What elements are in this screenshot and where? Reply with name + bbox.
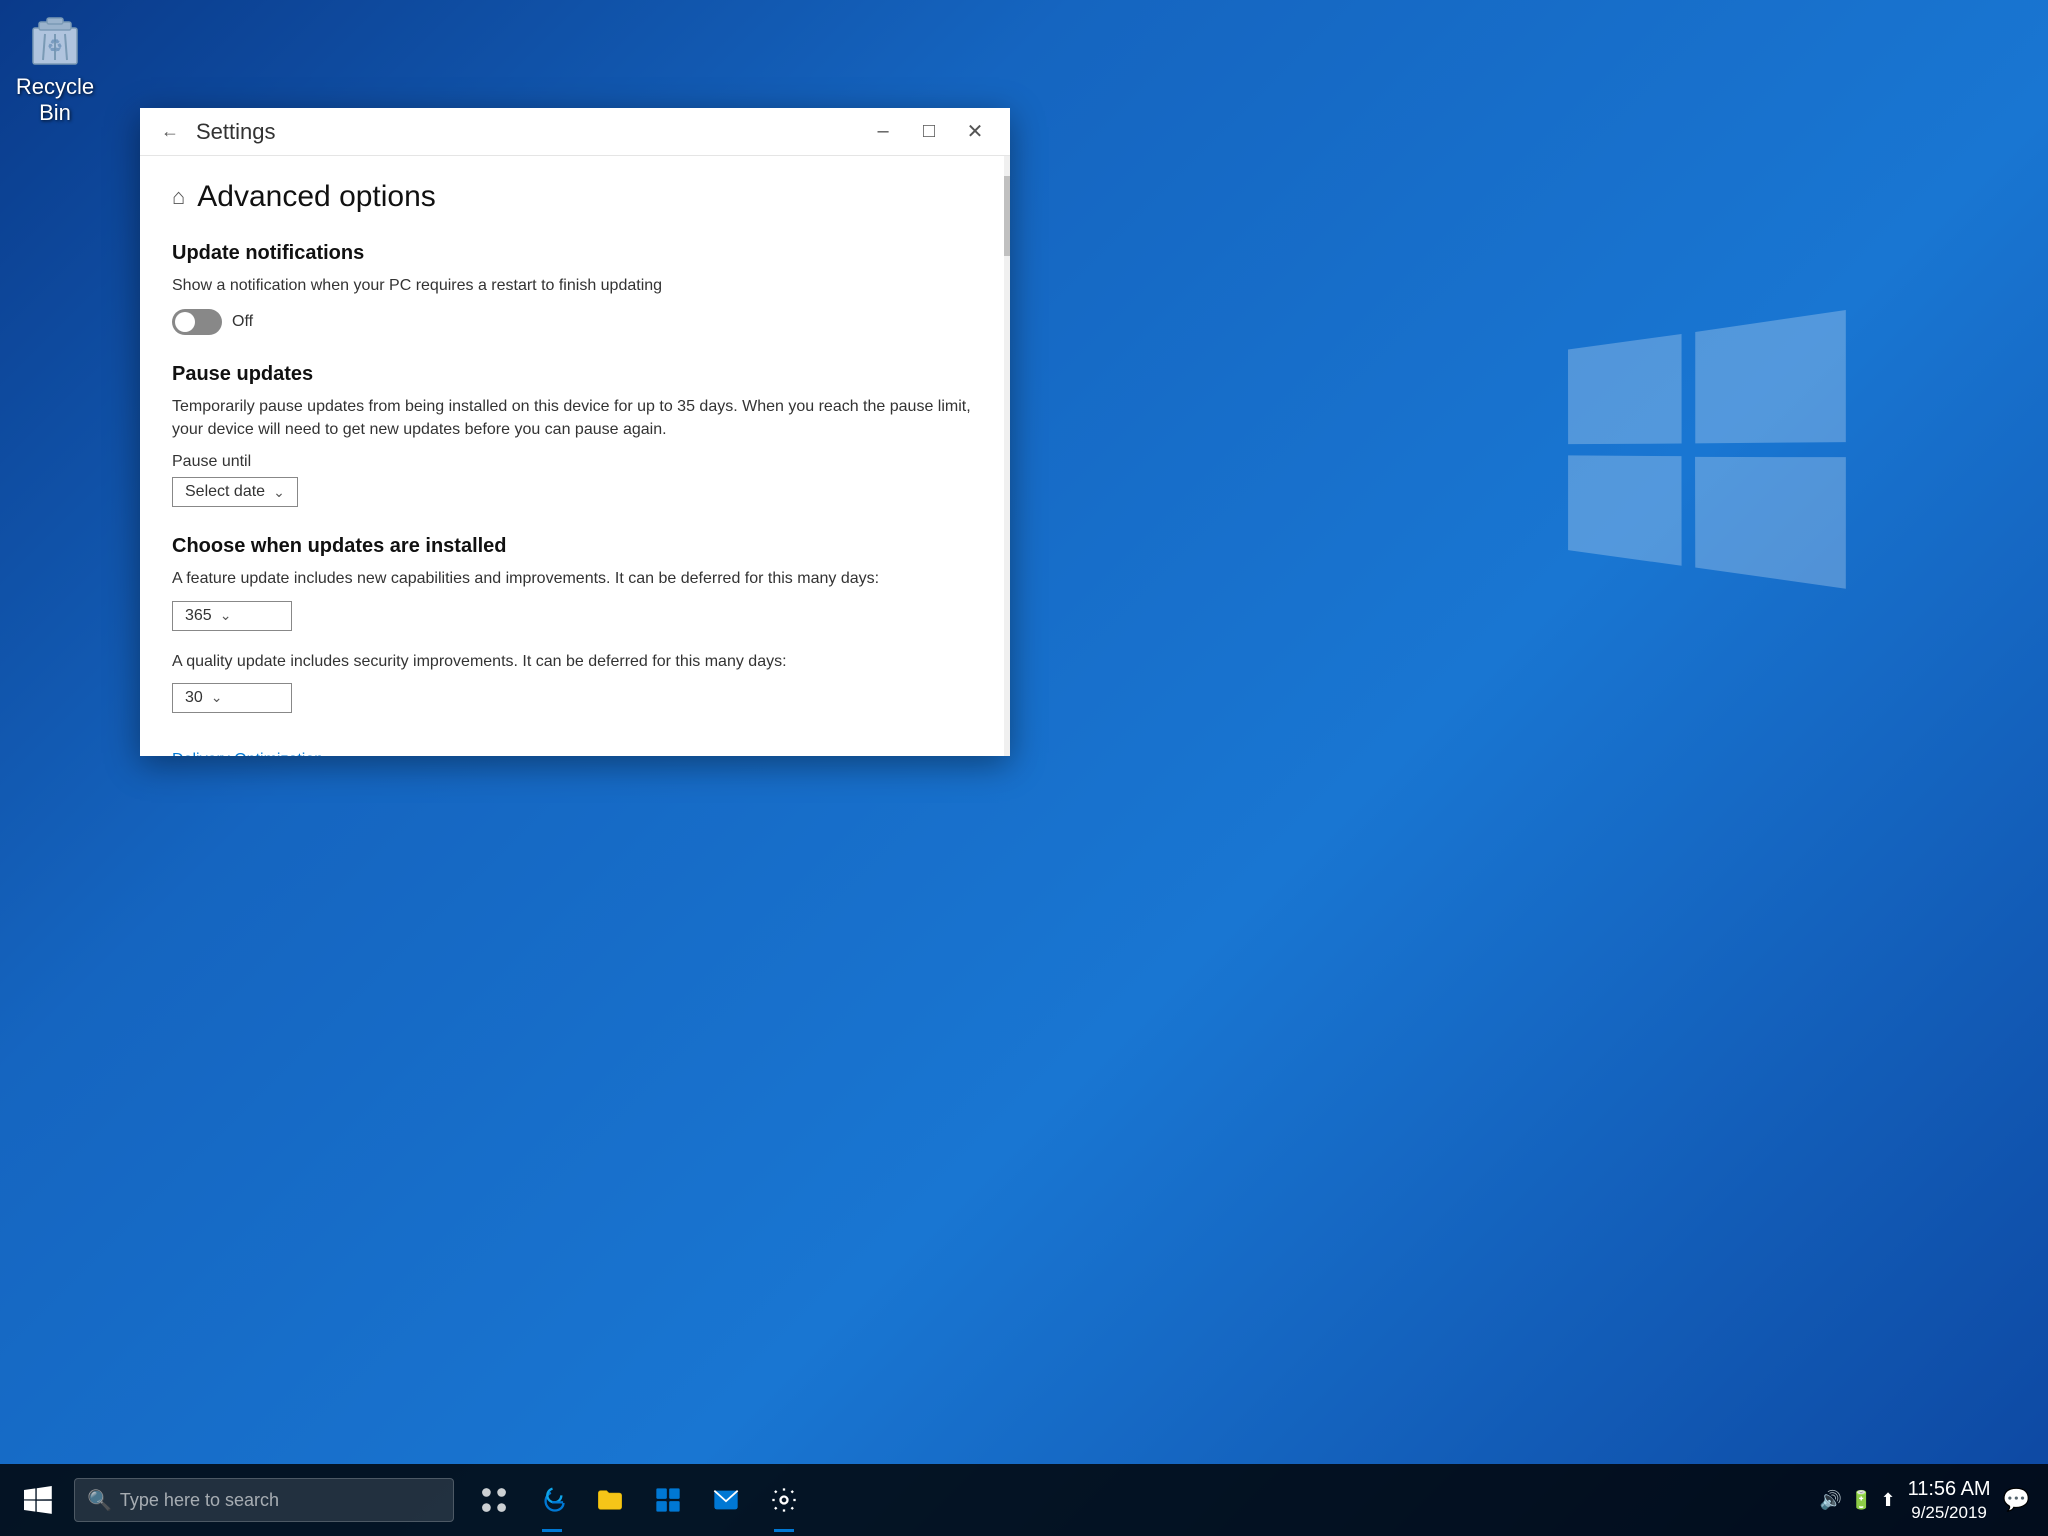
maximize-button[interactable]: □ <box>906 108 952 156</box>
select-date-value: Select date <box>185 483 265 501</box>
title-bar-controls: – □ ✕ <box>860 108 998 156</box>
feature-days-dropdown[interactable]: 365 ⌄ <box>172 601 292 631</box>
quality-update-desc: A quality update includes security impro… <box>172 651 978 673</box>
taskbar-right: 🔊 🔋 ⬆ 11:56 AM 9/25/2019 💬 <box>1820 1476 2038 1524</box>
svg-text:♻: ♻ <box>47 36 63 56</box>
pause-until-label: Pause until <box>172 453 978 471</box>
windows-logo-watermark <box>1568 310 1848 590</box>
dropdown-arrow: ⌄ <box>273 484 285 501</box>
clock-time: 11:56 AM <box>1908 1476 1991 1502</box>
mail-button[interactable] <box>698 1464 754 1536</box>
file-explorer-button[interactable] <box>582 1464 638 1536</box>
update-notifications-desc: Show a notification when your PC require… <box>172 275 978 297</box>
page-header: ⌂ Advanced options <box>172 180 978 214</box>
taskbar: 🔍 Type here to search <box>0 1464 2048 1536</box>
recycle-bin-label: Recycle Bin <box>10 74 100 126</box>
taskbar-icons <box>466 1464 812 1536</box>
choose-when-title: Choose when updates are installed <box>172 535 978 558</box>
notification-center-icon[interactable]: 💬 <box>2003 1487 2030 1513</box>
quality-dropdown-arrow: ⌄ <box>211 689 223 706</box>
minimize-button[interactable]: – <box>860 108 906 156</box>
select-date-dropdown[interactable]: Select date ⌄ <box>172 477 298 507</box>
search-icon: 🔍 <box>87 1488 112 1513</box>
notifications-icon[interactable]: ⬆ <box>1880 1490 1895 1511</box>
update-notifications-section: Update notifications Show a notification… <box>172 242 978 335</box>
back-button[interactable]: ← <box>152 114 188 150</box>
links-section: Delivery Optimization Privacy settings <box>172 751 978 756</box>
recycle-bin-icon: ♻ <box>25 10 85 70</box>
scroll-indicator <box>1004 156 1010 756</box>
feature-update-desc: A feature update includes new capabiliti… <box>172 568 978 590</box>
quality-days-dropdown[interactable]: 30 ⌄ <box>172 683 292 713</box>
system-icons: 🔊 🔋 ⬆ <box>1820 1490 1896 1511</box>
start-button[interactable] <box>10 1464 66 1536</box>
choose-when-section: Choose when updates are installed A feat… <box>172 535 978 723</box>
page-title: Advanced options <box>197 180 436 214</box>
pause-updates-section: Pause updates Temporarily pause updates … <box>172 363 978 507</box>
toggle-row: Off <box>172 309 978 335</box>
feature-days-value: 365 <box>185 607 212 625</box>
task-view-button[interactable] <box>466 1464 522 1536</box>
close-button[interactable]: ✕ <box>952 108 998 156</box>
quality-days-value: 30 <box>185 689 203 707</box>
pause-updates-title: Pause updates <box>172 363 978 386</box>
feature-dropdown-arrow: ⌄ <box>220 607 232 624</box>
store-button[interactable] <box>640 1464 696 1536</box>
toggle-state-label: Off <box>232 313 253 331</box>
update-notification-toggle[interactable] <box>172 309 222 335</box>
window-content: ⌂ Advanced options Update notifications … <box>140 156 1010 756</box>
update-notifications-title: Update notifications <box>172 242 978 265</box>
desktop: ♻ Recycle Bin ← Settings – □ ✕ ⌂ Advance… <box>0 0 2048 1536</box>
recycle-bin[interactable]: ♻ Recycle Bin <box>10 10 100 126</box>
settings-window: ← Settings – □ ✕ ⌂ Advanced options Upda… <box>140 108 1010 756</box>
network-icon[interactable]: 🔊 <box>1820 1490 1842 1511</box>
toggle-knob <box>175 312 195 332</box>
edge-icon-button[interactable] <box>524 1464 580 1536</box>
volume-icon[interactable]: 🔋 <box>1850 1490 1872 1511</box>
home-icon[interactable]: ⌂ <box>172 184 185 210</box>
clock[interactable]: 11:56 AM 9/25/2019 <box>1908 1476 1991 1524</box>
scroll-thumb[interactable] <box>1004 176 1010 256</box>
search-placeholder: Type here to search <box>120 1490 279 1511</box>
taskbar-search[interactable]: 🔍 Type here to search <box>74 1478 454 1522</box>
pause-updates-desc: Temporarily pause updates from being ins… <box>172 396 978 441</box>
clock-date: 9/25/2019 <box>1908 1502 1991 1524</box>
title-bar-title: Settings <box>196 119 860 145</box>
delivery-optimization-link[interactable]: Delivery Optimization <box>172 751 978 756</box>
settings-button[interactable] <box>756 1464 812 1536</box>
title-bar: ← Settings – □ ✕ <box>140 108 1010 156</box>
